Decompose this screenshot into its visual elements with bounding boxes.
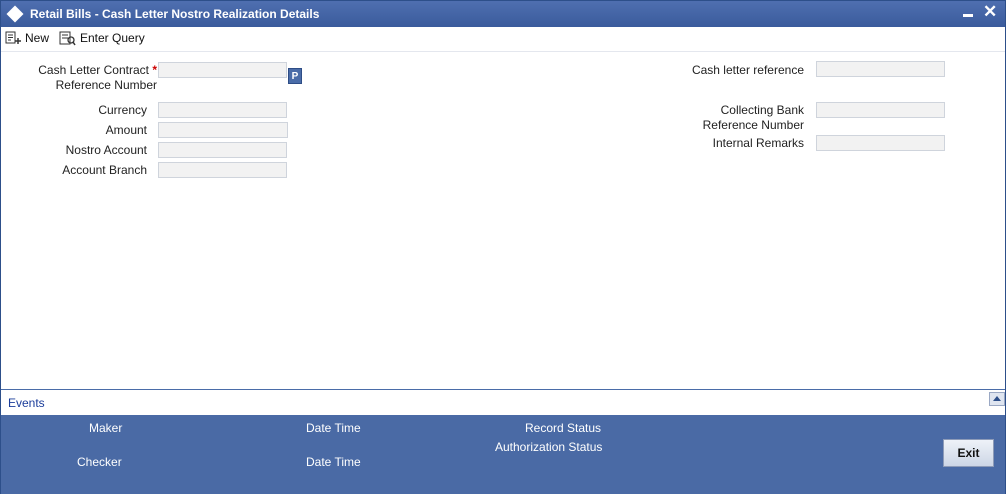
nostro-account-label: Nostro Account xyxy=(65,143,147,157)
collapse-icon[interactable] xyxy=(989,392,1005,406)
minimize-icon[interactable] xyxy=(963,14,973,17)
window: Retail Bills - Cash Letter Nostro Realiz… xyxy=(0,0,1006,494)
account-branch-input[interactable] xyxy=(158,162,287,178)
window-title: Retail Bills - Cash Letter Nostro Realiz… xyxy=(30,7,320,21)
new-button-label: New xyxy=(25,31,50,45)
record-status-label: Record Status xyxy=(525,421,602,435)
maker-datetime-label: Date Time xyxy=(306,421,361,435)
lov-button[interactable]: P xyxy=(288,68,302,84)
app-diamond-icon xyxy=(6,5,24,23)
close-icon[interactable]: ✕ xyxy=(983,2,997,22)
cash-letter-ref-label: Cash letter reference xyxy=(691,63,804,77)
currency-input[interactable] xyxy=(158,102,287,118)
currency-label: Currency xyxy=(98,103,147,117)
authorization-status-label: Authorization Status xyxy=(495,440,603,454)
new-document-icon xyxy=(5,31,21,44)
collecting-bank-ref-input[interactable] xyxy=(816,102,945,118)
audit-footer: Maker Date Time Record Status Authorizat… xyxy=(1,415,1005,494)
maker-label: Maker xyxy=(89,421,123,435)
checker-label: Checker xyxy=(77,455,122,469)
events-link[interactable]: Events xyxy=(8,396,45,410)
collecting-bank-ref-label: Collecting Bank Reference Number xyxy=(702,103,804,132)
internal-remarks-input[interactable] xyxy=(816,135,945,151)
enter-query-label: Enter Query xyxy=(80,31,145,45)
query-icon xyxy=(59,31,76,45)
contract-ref-label: Cash Letter Contract * Reference Number xyxy=(38,63,157,92)
checker-datetime-label: Date Time xyxy=(306,455,361,469)
toolbar: New Enter Query xyxy=(1,27,1005,49)
new-button[interactable]: New xyxy=(5,29,49,47)
internal-remarks-label: Internal Remarks xyxy=(712,136,804,150)
cash-letter-ref-input[interactable] xyxy=(816,61,945,77)
nostro-account-input[interactable] xyxy=(158,142,287,158)
title-bar: Retail Bills - Cash Letter Nostro Realiz… xyxy=(1,1,1005,27)
amount-label: Amount xyxy=(105,123,147,137)
exit-button[interactable]: Exit xyxy=(943,439,994,467)
events-bar: Events xyxy=(1,389,1005,415)
amount-input[interactable] xyxy=(158,122,288,138)
required-marker: * xyxy=(152,63,157,77)
account-branch-label: Account Branch xyxy=(62,163,147,177)
enter-query-button[interactable]: Enter Query xyxy=(59,29,145,47)
contract-ref-input[interactable] xyxy=(158,62,287,78)
